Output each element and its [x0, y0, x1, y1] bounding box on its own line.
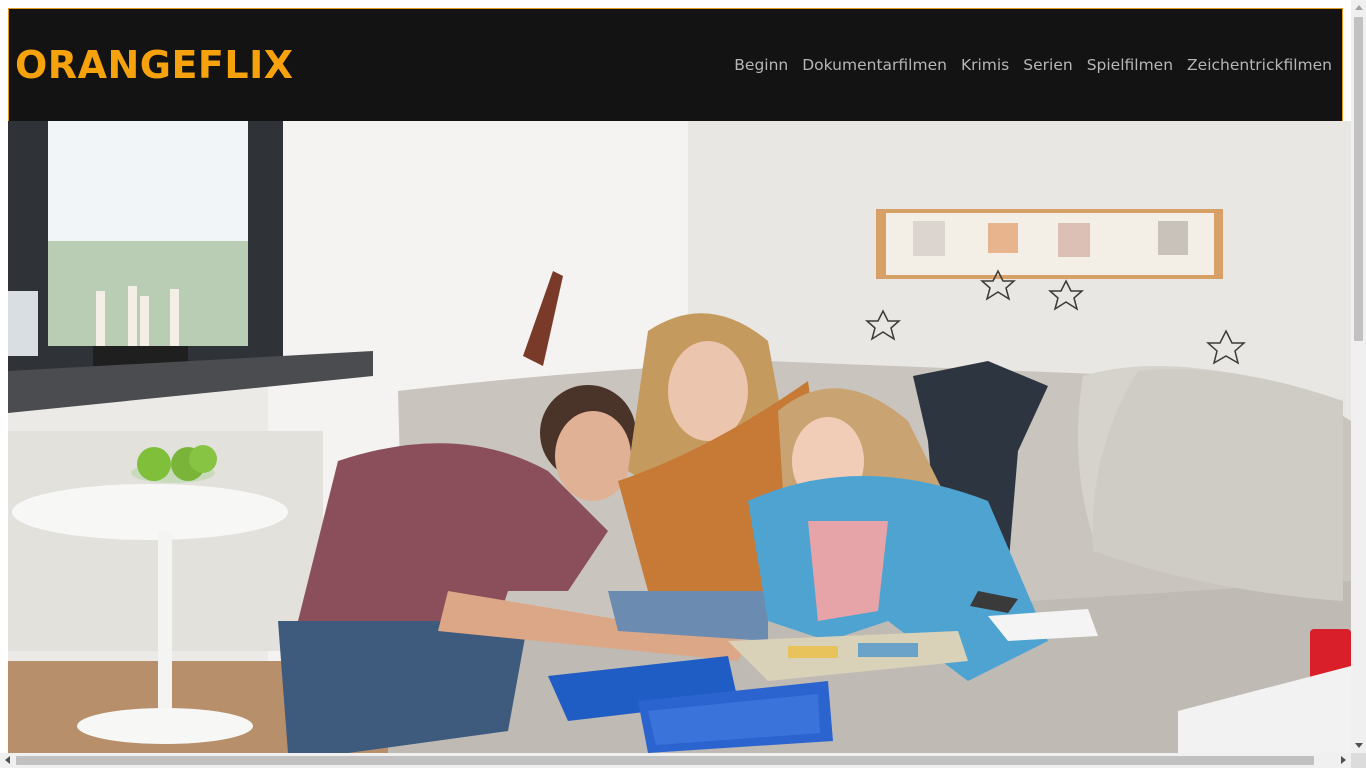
family-living-room-photo [8, 121, 1351, 753]
horizontal-scrollbar[interactable] [0, 753, 1351, 768]
vertical-scrollbar[interactable] [1351, 0, 1366, 753]
nav-item-dokumentarfilmen[interactable]: Dokumentarfilmen [802, 55, 947, 75]
page-viewport: ORANGEFLIX Beginn Dokumentarfilmen Krimi… [0, 0, 1351, 753]
vertical-scroll-thumb[interactable] [1354, 17, 1363, 341]
scroll-left-icon[interactable] [5, 756, 10, 764]
nav-item-beginn[interactable]: Beginn [734, 55, 788, 75]
site-header: ORANGEFLIX Beginn Dokumentarfilmen Krimi… [8, 8, 1343, 122]
hero-image [8, 121, 1351, 753]
nav-item-krimis[interactable]: Krimis [961, 55, 1009, 75]
scrollbar-corner [1351, 753, 1366, 768]
horizontal-scroll-thumb[interactable] [16, 756, 1314, 765]
scroll-down-icon[interactable] [1355, 743, 1363, 748]
main-nav: Beginn Dokumentarfilmen Krimis Serien Sp… [734, 55, 1332, 75]
nav-item-serien[interactable]: Serien [1023, 55, 1072, 75]
scroll-right-icon[interactable] [1341, 756, 1346, 764]
scroll-up-icon[interactable] [1355, 5, 1363, 10]
brand-logo[interactable]: ORANGEFLIX [15, 43, 294, 87]
nav-item-zeichentrickfilmen[interactable]: Zeichentrickfilmen [1187, 55, 1332, 75]
nav-item-spielfilmen[interactable]: Spielfilmen [1087, 55, 1173, 75]
